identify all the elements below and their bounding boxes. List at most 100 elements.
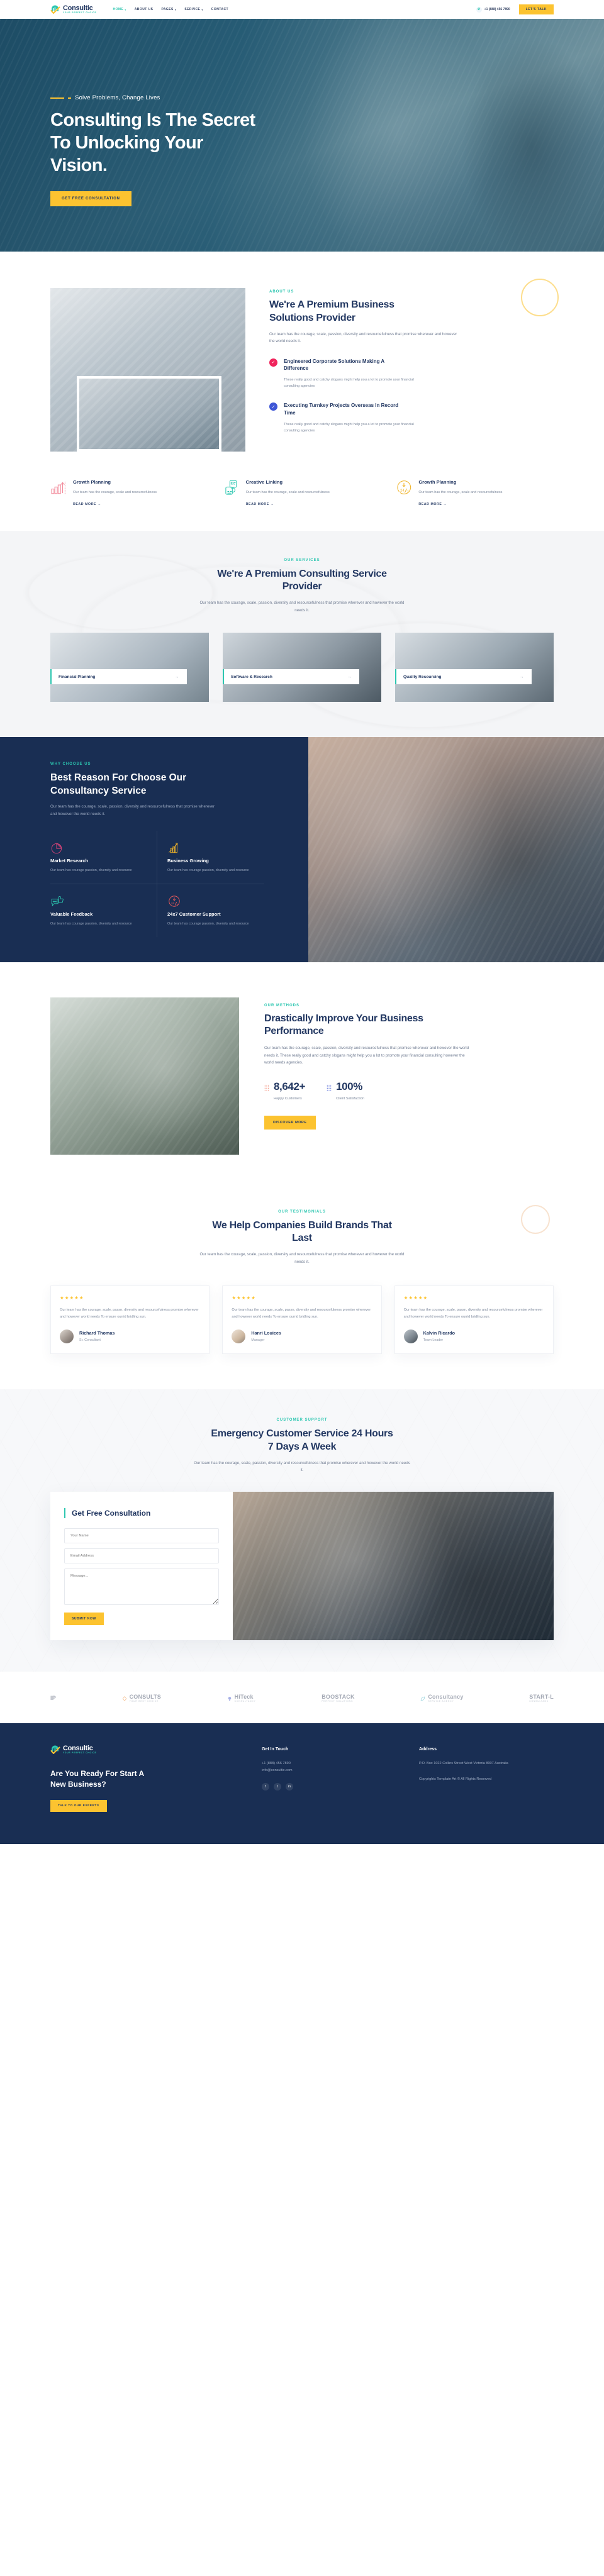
why-choose-us-section: WHY CHOOSE US Best Reason For Choose Our…: [0, 737, 604, 962]
read-more-link[interactable]: READ MORE →: [73, 502, 101, 506]
testimonial-author: Hanri Louices: [251, 1330, 281, 1336]
footer-logo-tagline: YOUR PERFECT CHOICE: [63, 1751, 97, 1754]
twitter-icon[interactable]: t: [274, 1782, 281, 1790]
eyebrow-dash: [50, 97, 64, 99]
logo-mark-icon: [50, 4, 60, 14]
nav-item-home[interactable]: HOME ▾: [113, 8, 126, 11]
message-textarea[interactable]: [64, 1568, 219, 1605]
read-more-label: READ MORE: [245, 502, 269, 506]
service-image: [223, 633, 381, 702]
why-image: [308, 737, 604, 962]
testimonial-author: Kalvin Ricardo: [423, 1330, 455, 1336]
footer-address-text: P.O. Box 1022 Collins Street West Victor…: [419, 1761, 508, 1765]
email-input[interactable]: [64, 1548, 219, 1563]
why-item: Market Research Our team has courage pas…: [50, 830, 157, 884]
get-free-consultation-button[interactable]: GET FREE CONSULTATION: [50, 191, 131, 206]
footer-email[interactable]: info@consultic.com: [262, 1767, 396, 1774]
nav-item-about-us[interactable]: ABOUT US: [135, 8, 154, 11]
diamond-icon: [122, 1693, 127, 1704]
testimonial-text: Our team has the courage, scale, passn, …: [403, 1308, 543, 1319]
lets-talk-button[interactable]: LET'S TALK: [518, 4, 554, 14]
service-card-label[interactable]: Software & Research →: [223, 669, 359, 685]
eyebrow-dash-small: [68, 97, 71, 99]
testimonials-title: We Help Companies Build Brands That Last: [212, 1219, 392, 1244]
footer-headline: Are You Ready For Start A New Business?: [50, 1768, 144, 1789]
nav-item-pages[interactable]: PAGES ▾: [161, 8, 176, 11]
about-feature-text: These really good and catchy slogans mig…: [284, 422, 414, 433]
logo[interactable]: Consultic YOUR PERFECT CHOICE: [50, 4, 96, 14]
nav-item-contact[interactable]: CONTACT: [211, 8, 228, 11]
linkedin-icon[interactable]: in: [286, 1782, 293, 1790]
footer-social-links: f t in: [262, 1782, 396, 1790]
rating-stars: ★★★★★: [60, 1295, 84, 1301]
why-label: WHY CHOOSE US: [50, 762, 91, 767]
dot-grid-icon: [327, 1083, 332, 1091]
clock-24-7-icon: 24 7: [396, 479, 412, 496]
methods-section: OUR METHODS Drastically Improve Your Bus…: [0, 962, 604, 1191]
nav-label: ABOUT US: [134, 8, 154, 11]
why-item-text: Our team has courage passion, diversity …: [50, 921, 132, 926]
nav-label: PAGES: [161, 8, 174, 11]
service-name: Quality Resourcing: [403, 674, 442, 679]
mini-service-card[interactable]: Creative Linking Our team has the courag…: [223, 479, 381, 508]
nav-label: HOME: [113, 8, 124, 11]
leaf-icon: [420, 1693, 425, 1704]
avatar: [232, 1329, 246, 1343]
chevron-down-icon: ▾: [201, 8, 203, 11]
why-item-title: 24x7 Customer Support: [167, 911, 221, 917]
submit-now-button[interactable]: SUBMIT NOW: [64, 1612, 104, 1625]
service-card[interactable]: Quality Resourcing →: [395, 633, 554, 702]
client-name: BOOSTACK: [322, 1694, 355, 1701]
read-more-link[interactable]: READ MORE →: [246, 502, 274, 506]
bulb-icon: [227, 1693, 232, 1704]
mini-service-card[interactable]: Growth Planning Our team has the courage…: [50, 479, 208, 508]
client-logo: START-L CONSULTANC: [529, 1694, 554, 1703]
hero-eyebrow-text: Solve Problems, Change Lives: [75, 94, 160, 101]
footer-bottom: [50, 1828, 554, 1844]
footer-copyright: Copyrights Template Art © All Rights Res…: [419, 1777, 492, 1781]
service-name: Financial Planning: [59, 674, 96, 679]
name-input[interactable]: [64, 1528, 219, 1543]
footer-logo-name: Consultic: [63, 1744, 93, 1752]
avatar: [403, 1329, 418, 1343]
about-section: ABOUT US We're A Premium Business Soluti…: [0, 252, 604, 531]
decorative-circle: [521, 1204, 550, 1234]
read-more-link[interactable]: READ MORE →: [418, 502, 447, 506]
stat-item: 8,642+ Happy Customers: [264, 1080, 305, 1101]
logo-tagline: YOUR PERFECT CHOICE: [63, 11, 97, 14]
mini-service-card[interactable]: 24 7 Growth Planning Our team has the co…: [396, 479, 554, 508]
footer-phone[interactable]: +1 (888) 456 7890: [262, 1760, 396, 1767]
contact-section: CUSTOMER SUPPORT Emergency Customer Serv…: [0, 1389, 604, 1672]
header-phone[interactable]: ✆ +1 (888) 456 7890: [476, 6, 510, 13]
client-logo: Consultancy SERVICE AGENCY: [420, 1693, 463, 1704]
testimonial-role: Team Leader: [423, 1338, 444, 1343]
testimonial-text: Our team has the courage, scale, passn, …: [60, 1308, 199, 1319]
mini-service-text: Our team has the courage, scale and reso…: [73, 491, 157, 494]
about-text: Our team has the courage, scale, passion…: [269, 331, 457, 344]
service-card-label[interactable]: Financial Planning →: [50, 669, 187, 685]
talk-to-our-experts-button[interactable]: TALK TO OUR EXPERTS: [50, 1800, 107, 1813]
client-tagline: CONSULTANC: [529, 1700, 549, 1703]
clock-24-7-icon: 24 7: [167, 895, 181, 911]
testimonials-section: OUR TESTIMONIALS We Help Companies Build…: [0, 1191, 604, 1389]
rating-stars: ★★★★★: [232, 1295, 256, 1301]
contact-label: CUSTOMER SUPPORT: [276, 1418, 328, 1422]
service-card[interactable]: Software & Research →: [223, 633, 381, 702]
bar-chart-growth-icon: [167, 843, 181, 857]
testimonial-role: Sr. Consultant: [79, 1338, 101, 1343]
facebook-icon[interactable]: f: [262, 1782, 269, 1790]
client-tagline: Consultancy: [234, 1700, 256, 1703]
footer-logo[interactable]: Consultic YOUR PERFECT CHOICE: [50, 1745, 239, 1755]
client-name: CONSULTS: [129, 1694, 161, 1701]
mini-service-text: Our team has the courage, scale and reso…: [245, 491, 330, 494]
services-section: OUR SERVICES We're A Premium Consulting …: [0, 530, 604, 738]
service-card[interactable]: Financial Planning →: [50, 633, 209, 702]
clients-logos-section: IP CONSULTS YOUR BEST CHOICE HiTeck Cons…: [0, 1672, 604, 1723]
service-card-label[interactable]: Quality Resourcing →: [395, 669, 532, 685]
about-feature-text: These really good and catchy slogans mig…: [284, 377, 414, 389]
client-logo: BOOSTACK Perfect Solutions: [322, 1694, 355, 1703]
nav-item-service[interactable]: SERVICE ▾: [184, 8, 203, 11]
client-name: Consultancy: [428, 1694, 464, 1701]
discover-more-button[interactable]: DISCOVER MORE: [264, 1115, 316, 1130]
methods-title: Drastically Improve Your Business Perfor…: [264, 1013, 423, 1037]
